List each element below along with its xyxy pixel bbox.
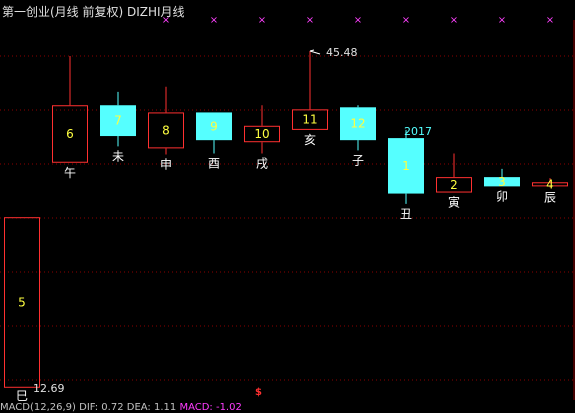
period-marker: × [498, 15, 506, 26]
candle-number: 7 [114, 114, 122, 128]
period-marker: × [210, 15, 218, 26]
period-marker: × [162, 15, 170, 26]
period-marker: × [546, 15, 554, 26]
candle-number: 3 [498, 175, 506, 189]
candle-branch-label: 辰 [544, 190, 556, 204]
candle-number: 2 [450, 178, 458, 192]
candle-number: 12 [350, 117, 365, 131]
gridlines [0, 55, 575, 381]
low-value-label: 12.69 [33, 382, 65, 395]
candle-branch-label: 未 [112, 149, 124, 163]
candle-branch-label: 巳 [16, 389, 28, 403]
candle-number: 8 [162, 123, 170, 137]
candle-午 [52, 55, 88, 163]
high-pointer-arrow [309, 49, 315, 52]
candle-number: 10 [254, 127, 269, 141]
candle-branch-label: 子 [352, 153, 364, 167]
candle-number: 1 [402, 159, 410, 173]
dollar-sign: $ [255, 387, 262, 398]
candle-number: 11 [302, 113, 317, 127]
candle-number: 6 [66, 127, 74, 141]
candlestick-chart: ××××××××××× 5巳6午7未8申9酉10戌11亥12子1丑2寅3卯4辰 … [0, 15, 575, 403]
period-markers: ××××××××××× [162, 15, 554, 26]
candle-number: 5 [18, 295, 26, 309]
annotations: 45.48 12.69 2017 [33, 46, 432, 395]
period-marker: × [402, 15, 410, 26]
macd-histogram-value: MACD: -1.02 [179, 402, 242, 413]
candle-branch-label: 寅 [448, 195, 460, 210]
candle-number: 4 [546, 177, 554, 191]
period-marker: × [258, 15, 266, 26]
period-marker: × [450, 15, 458, 26]
period-marker: × [306, 15, 314, 26]
indicator-footer: $ MACD(12,26,9) DIF: 0.72 DEA: 1.11 MACD… [0, 387, 262, 413]
candle-number: 9 [210, 119, 218, 133]
high-pointer [309, 50, 321, 55]
candle-branch-label: 午 [64, 166, 76, 180]
year-label: 2017 [404, 125, 432, 138]
candle-labels: 5 巳 6 午 7 未 8 申 9 酉 10 戌 11 亥 12 子 1 丑 2 寅 3卯 4辰 [16, 113, 556, 403]
candle-申 [148, 86, 184, 155]
candle-branch-label: 戌 [256, 157, 268, 171]
candle-branch-label: 丑 [400, 207, 412, 221]
period-marker: × [354, 15, 362, 26]
candles [4, 51, 568, 388]
candle-branch-label: 酉 [208, 157, 220, 171]
candle-branch-label: 卯 [496, 189, 508, 203]
macd-values: MACD(12,26,9) DIF: 0.72 DEA: 1.11 [0, 402, 177, 413]
candle-branch-label: 申 [160, 158, 172, 172]
candle-branch-label: 亥 [304, 133, 316, 147]
high-value-label: 45.48 [326, 46, 358, 59]
